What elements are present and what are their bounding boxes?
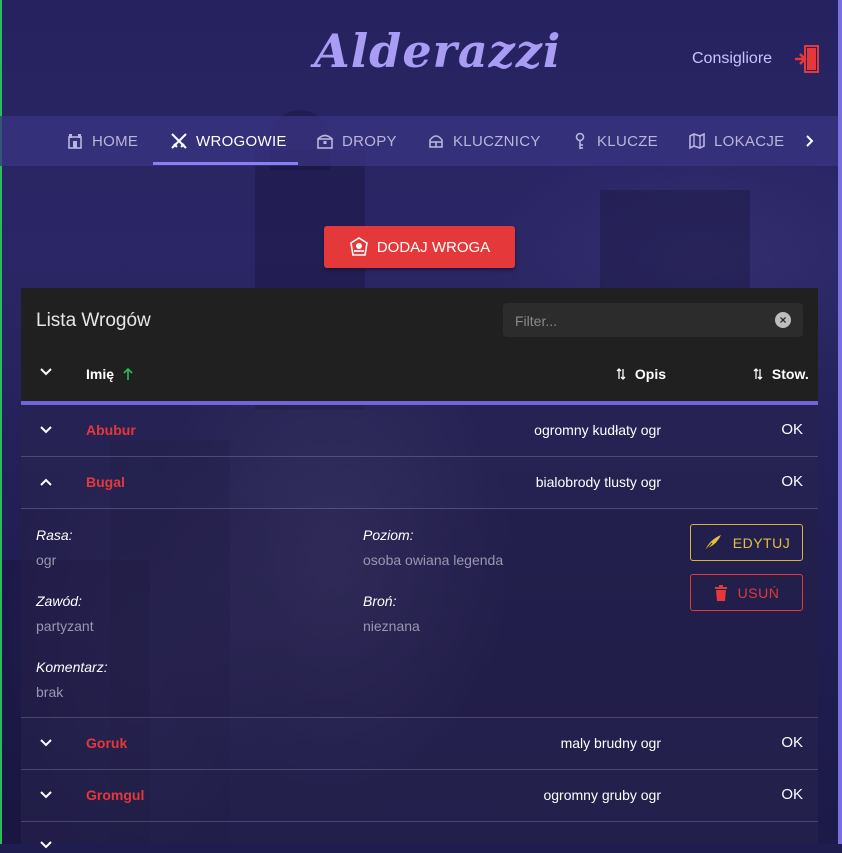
app-header: Alderazzi Consigliore	[0, 0, 838, 116]
filter-input[interactable]	[513, 303, 767, 339]
table-row[interactable]: Gromgul ogromny gruby ogr OK	[21, 770, 818, 822]
enemy-status: OK	[781, 786, 803, 803]
expand-all-chevron-icon[interactable]	[38, 364, 54, 380]
sort-toggle-icon	[616, 368, 626, 380]
sort-asc-arrow-icon	[123, 367, 133, 380]
edit-label: EDYTUJ	[732, 534, 791, 551]
nav-item-dropy[interactable]: DROPY	[316, 116, 397, 166]
table-row-partial[interactable]	[21, 822, 818, 849]
enemy-description: maly brudny ogr	[560, 735, 661, 751]
nav-label: KLUCZE	[597, 132, 658, 150]
column-status-label: Stow.	[771, 366, 809, 382]
komentarz-value: brak	[36, 684, 64, 700]
enemy-status: OK	[781, 734, 803, 751]
chevron-down-icon[interactable]	[38, 735, 54, 751]
chevron-down-icon[interactable]	[38, 837, 54, 853]
key-icon	[575, 132, 585, 149]
delete-button[interactable]: USUŃ	[690, 574, 803, 611]
nav-label: LOKACJE	[714, 132, 785, 150]
chevron-down-icon[interactable]	[38, 422, 54, 438]
zawod-label: Zawód:	[36, 593, 82, 609]
chevron-down-icon[interactable]	[38, 787, 54, 803]
poziom-label: Poziom:	[363, 527, 414, 543]
column-name-label: Imię	[86, 366, 115, 382]
column-header-description[interactable]: Opis	[615, 366, 666, 382]
rasa-label: Rasa:	[36, 527, 73, 543]
column-header-status[interactable]: Stow.	[752, 366, 809, 382]
nav-item-lokacje[interactable]: LOKACJE	[688, 116, 784, 166]
table-row[interactable]: Bugal bialobrody tlusty ogr OK	[21, 457, 818, 509]
app-logo[interactable]: Alderazzi	[314, 24, 561, 78]
komentarz-label: Komentarz:	[36, 659, 108, 675]
nav-item-klucze[interactable]: KLUCZE	[571, 116, 658, 166]
bron-value: nieznana	[363, 618, 420, 634]
delete-label: USUŃ	[737, 584, 780, 601]
scrollbar[interactable]	[838, 0, 842, 844]
table-title: Lista Wrogów	[36, 310, 151, 331]
helmet-icon	[429, 135, 443, 148]
nav-item-klucznicy[interactable]: KLUCZNICY	[427, 116, 541, 166]
enemy-name: Goruk	[86, 735, 128, 751]
quill-icon	[704, 534, 721, 551]
poziom-value: osoba owiana legenda	[363, 552, 504, 568]
clear-filter-icon[interactable]: ×	[775, 312, 791, 328]
zawod-value: partyzant	[36, 618, 94, 634]
enemy-name: Abubur	[86, 422, 136, 438]
home-icon	[68, 134, 82, 149]
enemy-name: Gromgul	[86, 787, 145, 803]
main-nav: HOME WROGOWIE DROPY KLUCZNICY KLUCZE LOK…	[0, 116, 838, 166]
bron-label: Broń:	[363, 593, 397, 609]
enemy-crest-icon	[349, 237, 368, 256]
enemy-name: Bugal	[86, 474, 125, 490]
user-name[interactable]: Consigliore	[692, 50, 772, 68]
trash-icon	[714, 584, 727, 601]
chest-icon	[317, 134, 333, 149]
table-row[interactable]: Abubur ogromny kudłaty ogr OK	[21, 405, 818, 457]
enemy-description: ogromny kudłaty ogr	[534, 422, 661, 438]
nav-label: DROPY	[342, 132, 397, 150]
map-icon	[689, 132, 705, 150]
nav-active-indicator	[153, 162, 298, 165]
enemy-status: OK	[781, 473, 803, 490]
nav-item-wrogowie[interactable]: WROGOWIE	[170, 116, 287, 166]
column-description-label: Opis	[634, 366, 667, 382]
add-enemy-button[interactable]: DODAJ WROGA	[324, 226, 515, 268]
chevron-right-icon[interactable]	[800, 128, 820, 154]
table-row[interactable]: Goruk maly brudny ogr OK	[21, 718, 818, 770]
nav-label: HOME	[92, 132, 139, 150]
logout-door-icon[interactable]	[793, 44, 821, 74]
nav-label: KLUCZNICY	[453, 132, 541, 150]
enemy-description: bialobrody tlusty ogr	[535, 474, 661, 490]
enemy-status: OK	[781, 421, 803, 438]
add-enemy-label: DODAJ WROGA	[376, 238, 491, 256]
enemy-table-header: Lista Wrogów × Imię Opis Stow.	[21, 288, 818, 401]
crossed-swords-icon	[171, 133, 187, 149]
chevron-up-icon[interactable]	[38, 474, 54, 490]
enemy-description: ogromny gruby ogr	[543, 787, 661, 803]
nav-label: WROGOWIE	[196, 132, 287, 150]
sort-toggle-icon	[753, 368, 763, 380]
rasa-value: ogr	[36, 552, 57, 568]
filter-box: ×	[503, 303, 803, 339]
nav-item-home[interactable]: HOME	[66, 116, 138, 166]
enemy-detail-panel: Rasa: ogr Poziom: osoba owiana legenda Z…	[21, 509, 818, 718]
column-header-name[interactable]: Imię	[86, 366, 134, 382]
edit-button[interactable]: EDYTUJ	[690, 524, 803, 561]
